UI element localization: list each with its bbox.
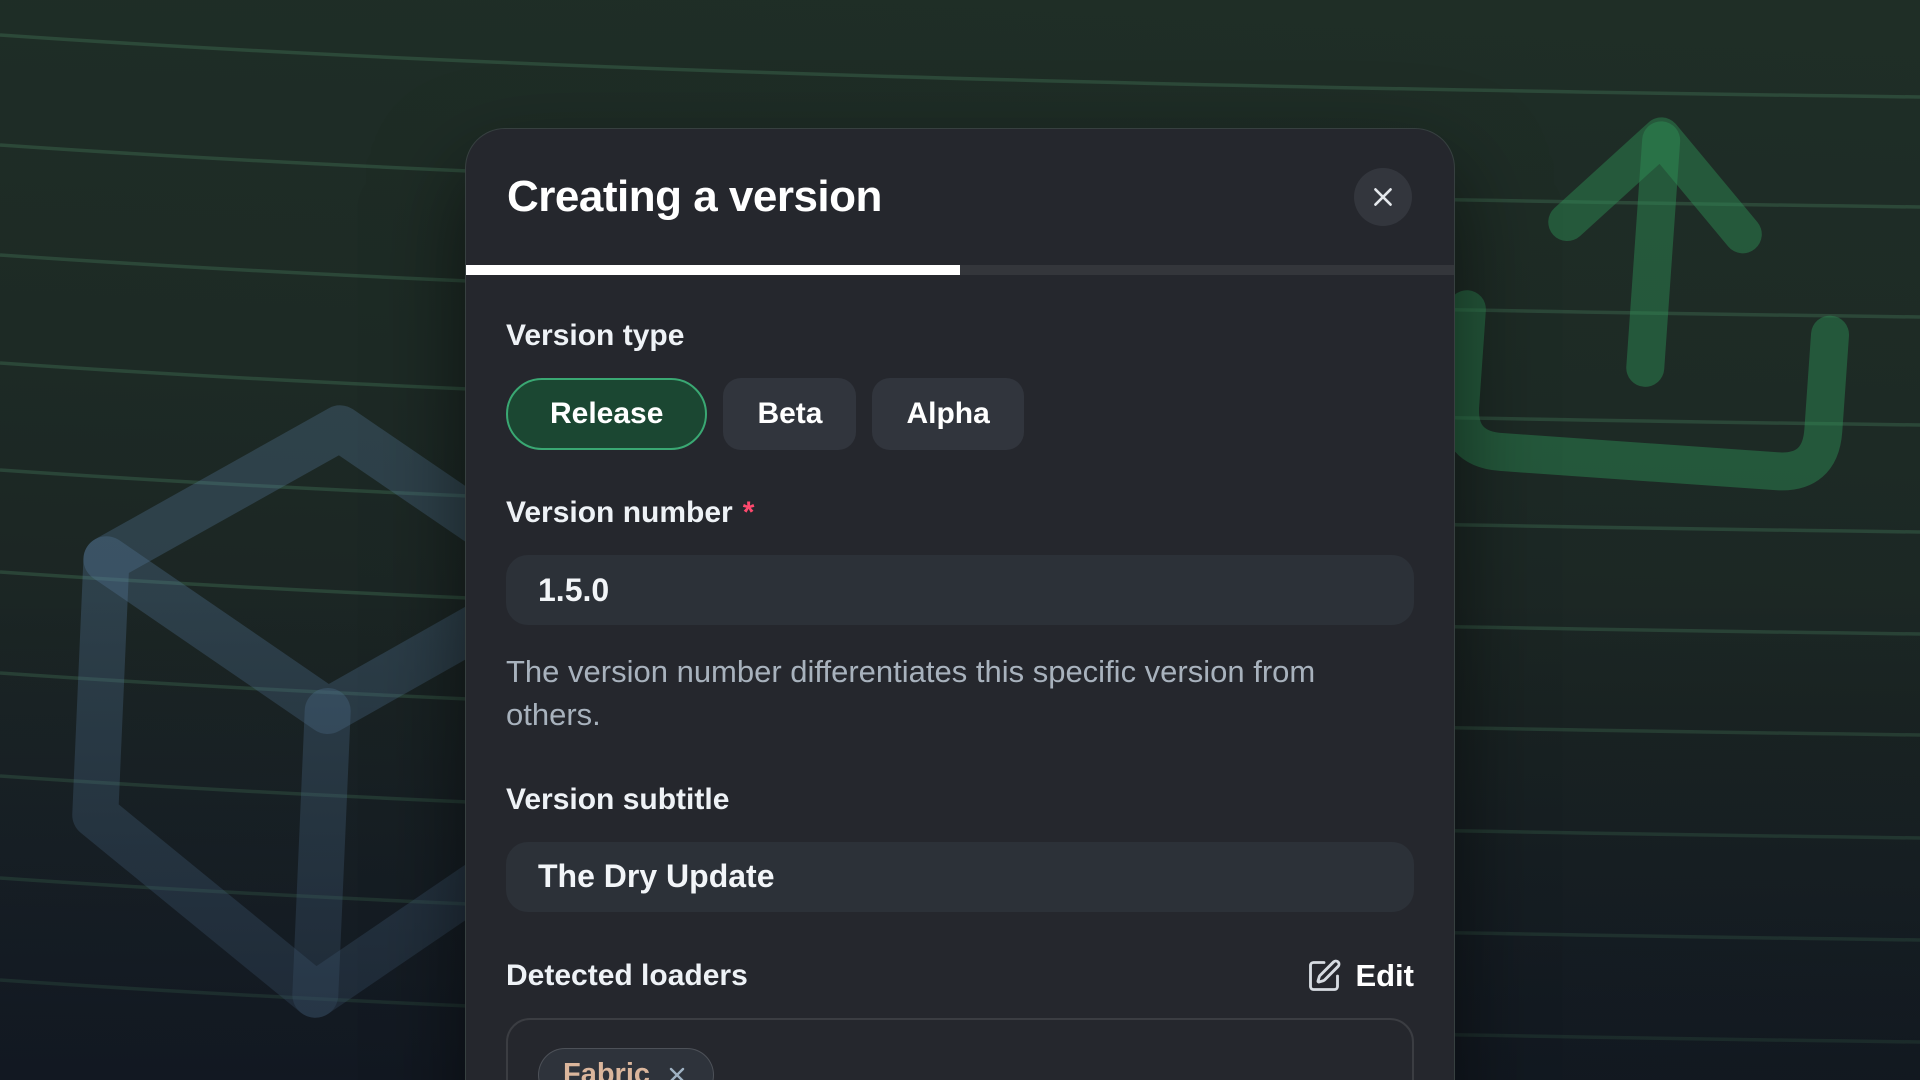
modal-body: Version type Release Beta Alpha Version … [466,275,1454,1080]
edit-label: Edit [1355,958,1414,994]
version-subtitle-input[interactable] [506,842,1414,912]
version-type-alpha-button[interactable]: Alpha [872,378,1023,450]
detected-loaders-label: Detected loaders [506,959,748,992]
wizard-progress-track [466,265,1454,275]
version-type-release-button[interactable]: Release [506,378,707,450]
loader-tag-fabric: Fabric [538,1048,714,1080]
edit-pencil-icon [1306,958,1342,994]
loader-tag-label: Fabric [563,1058,650,1080]
close-button[interactable] [1354,168,1412,226]
version-type-label: Version type [506,319,1414,352]
remove-loader-button[interactable] [665,1063,689,1080]
version-number-input[interactable] [506,555,1414,625]
version-subtitle-label: Version subtitle [506,783,1414,816]
detected-loaders-box: Fabric [506,1018,1414,1080]
wizard-progress-fill [466,265,960,275]
detected-loaders-row: Detected loaders Edit [506,958,1414,994]
create-version-modal: Creating a version Version type Release … [465,128,1455,1080]
close-icon [1370,184,1396,210]
modal-title: Creating a version [507,172,882,222]
required-asterisk: * [743,496,755,529]
version-number-help: The version number differentiates this s… [506,651,1414,737]
version-number-label: Version number * [506,496,1414,529]
version-type-beta-button[interactable]: Beta [723,378,856,450]
remove-x-icon [665,1063,689,1080]
edit-loaders-button[interactable]: Edit [1306,958,1414,994]
version-type-group: Release Beta Alpha [506,378,1414,450]
screen: Creating a version Version type Release … [0,0,1920,1080]
modal-header: Creating a version [466,129,1454,265]
